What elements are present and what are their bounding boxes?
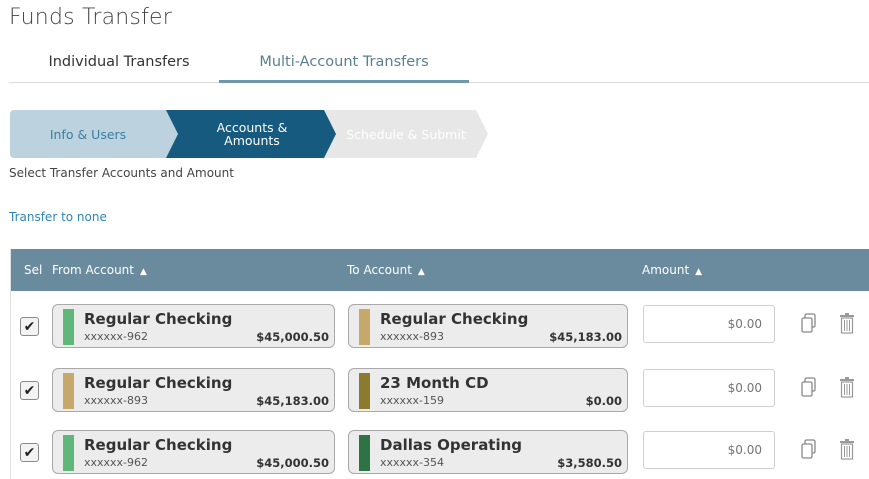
wizard-step-label: Accounts & Amounts	[216, 120, 288, 148]
wizard-step-label: Info & Users	[49, 126, 127, 142]
header-to-label: To Account	[347, 263, 412, 277]
grid-header: Sel From Account ▲ To Account ▲ Amount ▲	[11, 249, 869, 291]
from-account-selector[interactable]: Regular Checking xxxxxx-893 $45,183.00	[52, 368, 335, 412]
header-sel-label: Sel	[24, 263, 43, 277]
page-title: Funds Transfer	[9, 5, 173, 30]
wizard-step-accounts-amounts[interactable]: Accounts & Amounts	[166, 110, 338, 158]
row-select-checkbox[interactable]: ✔	[20, 381, 39, 400]
header-amount[interactable]: Amount ▲	[642, 249, 702, 291]
table-row: ✔ Regular Checking xxxxxx-962 $45,000.50…	[11, 301, 869, 363]
account-number: xxxxxx-893	[84, 394, 149, 407]
account-name: Regular Checking	[84, 310, 233, 328]
account-color-bar	[63, 373, 74, 409]
table-row: ✔ Regular Checking xxxxxx-893 $45,183.00…	[11, 365, 869, 427]
account-color-bar	[359, 373, 370, 409]
to-account-selector[interactable]: Dallas Operating xxxxxx-354 $3,580.50	[348, 430, 628, 474]
wizard-step-schedule-submit[interactable]: Schedule & Submit	[324, 110, 488, 158]
account-balance: $0.00	[585, 394, 622, 408]
account-name: Regular Checking	[380, 310, 529, 328]
copy-icon[interactable]	[800, 376, 818, 398]
section-subtitle: Select Transfer Accounts and Amount	[9, 166, 234, 180]
transfer-tabs: Individual Transfers Multi-Account Trans…	[9, 48, 869, 83]
account-balance: $3,580.50	[557, 456, 622, 470]
amount-input[interactable]	[643, 431, 775, 469]
account-color-bar	[359, 309, 370, 345]
sort-up-caret-icon: ▲	[695, 267, 703, 277]
account-number: xxxxxx-159	[380, 394, 445, 407]
row-select-checkbox[interactable]: ✔	[20, 443, 39, 462]
trash-icon[interactable]	[838, 438, 856, 460]
account-balance: $45,183.00	[256, 394, 329, 408]
sort-up-caret-icon: ▲	[417, 267, 425, 277]
account-number: xxxxxx-962	[84, 330, 149, 343]
copy-icon[interactable]	[800, 438, 818, 460]
transfers-grid: Sel From Account ▲ To Account ▲ Amount ▲ ✔ …	[10, 249, 869, 479]
tab-multi-account-transfers[interactable]: Multi-Account Transfers	[219, 48, 469, 83]
transfer-to-none-link[interactable]: Transfer to none	[9, 210, 107, 224]
wizard-step-info-users[interactable]: Info & Users	[10, 110, 180, 158]
account-number: xxxxxx-893	[380, 330, 445, 343]
account-balance: $45,183.00	[549, 330, 622, 344]
amount-input[interactable]	[643, 305, 775, 343]
header-from-account[interactable]: From Account ▲	[52, 249, 147, 291]
checkmark-icon: ✔	[23, 318, 36, 335]
to-account-selector[interactable]: 23 Month CD xxxxxx-159 $0.00	[348, 368, 628, 412]
account-name: Regular Checking	[84, 374, 233, 392]
sort-up-caret-icon: ▲	[140, 267, 147, 277]
table-row: ✔ Regular Checking xxxxxx-962 $45,000.50…	[11, 427, 869, 479]
checkmark-icon: ✔	[23, 382, 36, 399]
header-to-account[interactable]: To Account ▲	[347, 249, 425, 291]
trash-icon[interactable]	[838, 312, 856, 334]
from-account-selector[interactable]: Regular Checking xxxxxx-962 $45,000.50	[52, 304, 335, 348]
account-color-bar	[359, 435, 370, 471]
account-color-bar	[63, 309, 74, 345]
wizard-step-label: Schedule & Submit	[346, 126, 466, 142]
header-from-label: From Account	[52, 263, 134, 277]
from-account-selector[interactable]: Regular Checking xxxxxx-962 $45,000.50	[52, 430, 335, 474]
wizard-steps: Info & Users Accounts & Amounts Schedule…	[10, 110, 490, 158]
trash-icon[interactable]	[838, 376, 856, 398]
to-account-selector[interactable]: Regular Checking xxxxxx-893 $45,183.00	[348, 304, 628, 348]
row-select-checkbox[interactable]: ✔	[20, 317, 39, 336]
account-balance: $45,000.50	[256, 456, 329, 470]
account-name: Dallas Operating	[380, 436, 523, 454]
account-name: 23 Month CD	[380, 374, 489, 392]
amount-input[interactable]	[643, 369, 775, 407]
account-balance: $45,000.50	[256, 330, 329, 344]
account-number: xxxxxx-354	[380, 456, 445, 469]
account-name: Regular Checking	[84, 436, 233, 454]
account-number: xxxxxx-962	[84, 456, 149, 469]
checkmark-icon: ✔	[23, 444, 36, 461]
header-amount-label: Amount	[642, 263, 690, 277]
account-color-bar	[63, 435, 74, 471]
copy-icon[interactable]	[800, 312, 818, 334]
header-sel: Sel	[24, 249, 42, 291]
tab-individual-transfers[interactable]: Individual Transfers	[19, 48, 219, 83]
